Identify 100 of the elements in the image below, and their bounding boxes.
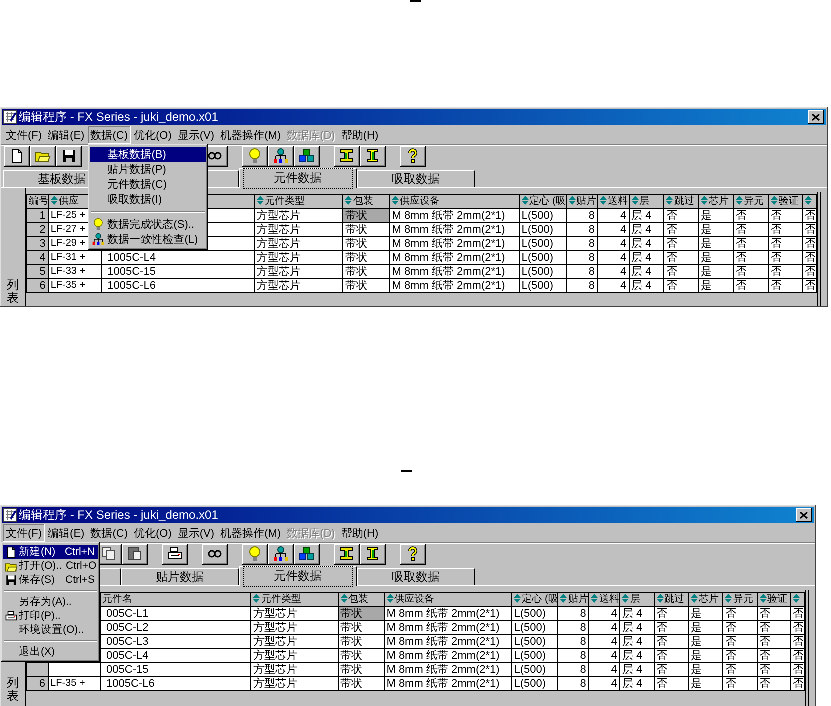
row-header[interactable]: 6 (26, 676, 48, 690)
table-cell: 否 (722, 676, 758, 690)
tab[interactable]: 元件数据 (239, 566, 357, 586)
table-cell: M 8mm 纸带 2mm(2*1) (384, 634, 512, 648)
column-header[interactable]: 层 (629, 194, 664, 208)
table-cell: 否 (768, 208, 802, 222)
column-header[interactable]: 贴片 (566, 194, 598, 208)
column-header[interactable]: 异元 (734, 194, 768, 208)
column-header[interactable]: 芯片 (688, 592, 723, 606)
menu-bar-item[interactable]: 优化(O) (131, 524, 175, 542)
row-header[interactable]: 5 (26, 264, 48, 278)
table-cell: M 8mm 纸带 2mm(2*1) (390, 250, 520, 264)
table-cell: L(500) (519, 278, 566, 292)
table-cell: 8 (566, 278, 598, 292)
table-cell: 是 (698, 236, 734, 250)
menu-bar-item[interactable]: 帮助(H) (338, 524, 382, 542)
table-cell: 方型芯片 (254, 222, 343, 236)
table-cell: 8 (566, 208, 598, 222)
table-cell: 否 (768, 250, 802, 264)
menu-bar-item[interactable]: 优化(O) (131, 126, 175, 144)
row-header[interactable]: 6 (26, 278, 48, 292)
table-cell: 1005C-L6 (101, 278, 254, 292)
table-cell: 否 (722, 648, 758, 662)
table-cell: 带状 (338, 648, 384, 662)
table-cell: M 8mm 纸带 2mm(2*1) (390, 278, 520, 292)
table-cell: 是 (698, 208, 734, 222)
table-cell: M 8mm 纸带 2mm(2*1) (390, 208, 520, 222)
column-header[interactable]: 送料 (597, 194, 630, 208)
menu-bar-item[interactable]: 编辑(E) (45, 126, 88, 144)
column-header[interactable]: 验证 (768, 194, 802, 208)
column-header[interactable]: 元件类型 (250, 592, 338, 606)
table-cell: LF-35 + (48, 676, 100, 690)
menu-bar-item[interactable]: 显示(V) (174, 524, 218, 542)
menu-bar-item[interactable]: 机器操作(M) (218, 126, 284, 144)
column-header[interactable]: 包装 (338, 592, 384, 606)
column-header[interactable]: 定心 (吸 (519, 194, 566, 208)
menu-item[interactable]: 保存(S) Ctrl+S (3, 573, 98, 587)
menu-item[interactable]: 打开(O).. Ctrl+O (3, 559, 98, 573)
menu-item[interactable]: 新建(N) Ctrl+N (3, 545, 98, 559)
row-header[interactable]: 2 (26, 222, 48, 236)
column-header[interactable]: 贴片 (558, 592, 589, 606)
row-header[interactable]: 4 (26, 250, 48, 264)
menu-bar-item[interactable]: 数据(C) (88, 524, 131, 542)
table-cell: 带状 (342, 278, 390, 292)
menu-item[interactable]: 环境设置(O).. (3, 623, 98, 637)
table-cell: 方型芯片 (250, 620, 338, 634)
table-cell: 否 (757, 620, 790, 634)
column-header[interactable]: 层 (620, 592, 654, 606)
menu-item[interactable]: 基板数据(B) (90, 147, 206, 162)
shortcut-label: Ctrl+O (65, 560, 97, 572)
table-cell: 方型芯片 (250, 634, 338, 648)
menu-bar-item[interactable]: 帮助(H) (338, 126, 382, 144)
row-header[interactable]: 3 (26, 236, 48, 250)
table-cell: 层 4 (629, 236, 664, 250)
menu-bar-item[interactable]: 编辑(E) (45, 524, 88, 542)
table-cell: L(500) (512, 662, 558, 676)
column-header[interactable]: 芯片 (698, 194, 734, 208)
menu-item[interactable]: 另存为(A).. (3, 595, 98, 609)
table-cell: 方型芯片 (254, 278, 343, 292)
tab[interactable]: 元件数据 (239, 168, 357, 188)
menu-item[interactable]: 退出(X) (3, 645, 98, 659)
table-cell: 带状 (342, 208, 390, 222)
table-cell: 层 4 (629, 264, 664, 278)
table-cell: L(500) (519, 222, 566, 236)
row-header[interactable]: 1 (26, 208, 48, 222)
table-cell: 方型芯片 (254, 264, 343, 278)
table-cell: 8 (558, 634, 589, 648)
menu-bar-item[interactable]: 文件(F) (3, 524, 46, 542)
tab[interactable]: 吸取数据 (357, 170, 475, 187)
table-cell: 8 (566, 236, 598, 250)
column-header[interactable]: 定心 (吸 (512, 592, 558, 606)
table-cell: 否 (654, 620, 689, 634)
table-cell: 4 (588, 662, 620, 676)
column-header[interactable]: 送料 (588, 592, 620, 606)
table-cell: 否 (734, 236, 768, 250)
column-header[interactable]: 供应设备 (384, 592, 512, 606)
column-header[interactable]: 跳过 (664, 194, 699, 208)
menu-bar-item[interactable]: 数据(C) (88, 126, 131, 144)
table-cell: LF-31 + (48, 250, 102, 264)
table-cell: 层 4 (620, 648, 654, 662)
table-cell: L(500) (519, 208, 566, 222)
menu-item[interactable]: 打印(P).. (3, 609, 98, 623)
column-header[interactable]: 供应设备 (390, 194, 520, 208)
column-header[interactable]: 验证 (757, 592, 790, 606)
tab[interactable]: 吸取数据 (357, 568, 475, 585)
table-cell: 方型芯片 (250, 648, 338, 662)
column-header[interactable]: 编号 (26, 194, 48, 208)
tab[interactable]: 贴片数据 (121, 568, 239, 585)
column-header[interactable]: 包装 (342, 194, 390, 208)
table-cell: 否 (768, 236, 802, 250)
menu-bar-item[interactable]: 显示(V) (174, 126, 218, 144)
table-cell: 005C-15 (100, 662, 251, 676)
column-header[interactable]: 元件名 (100, 592, 251, 606)
menu-bar-item[interactable]: 机器操作(M) (218, 524, 284, 542)
column-header[interactable]: 异元 (722, 592, 758, 606)
column-header[interactable]: 元件类型 (254, 194, 343, 208)
table-cell: 带状 (342, 264, 390, 278)
table-cell: 带状 (338, 676, 384, 690)
column-header[interactable]: 跳过 (654, 592, 689, 606)
menu-bar-item[interactable]: 文件(F) (3, 126, 46, 144)
